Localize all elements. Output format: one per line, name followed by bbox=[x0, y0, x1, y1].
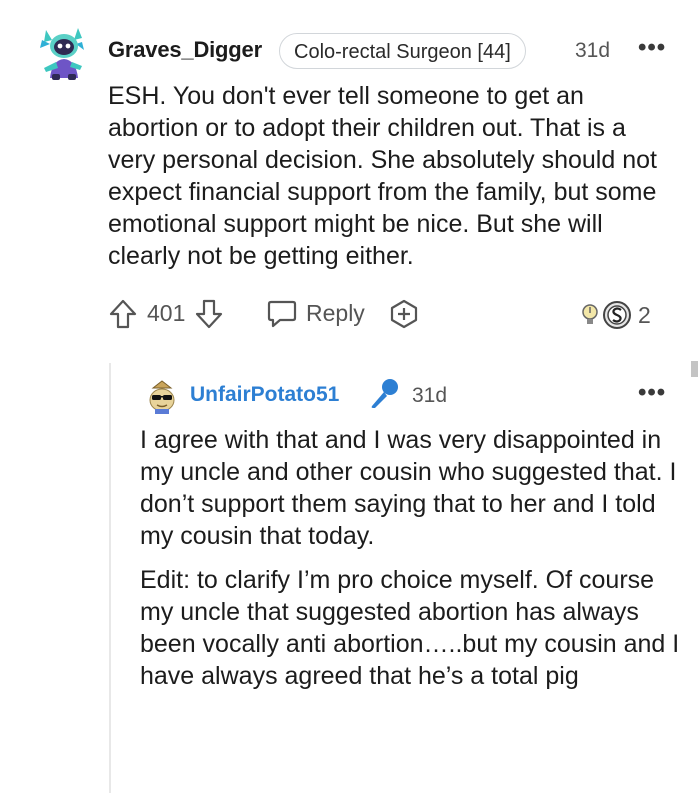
scrollbar-thumb[interactable] bbox=[691, 361, 698, 377]
more-options-icon[interactable]: ••• bbox=[638, 34, 666, 62]
microphone-icon bbox=[367, 377, 401, 411]
reply-button[interactable]: Reply bbox=[266, 298, 365, 328]
user-flair: Colo-rectal Surgeon [44] bbox=[279, 33, 526, 69]
reply-timestamp: 31d bbox=[412, 384, 448, 407]
potato-avatar-icon[interactable] bbox=[143, 378, 181, 416]
reply-body: I agree with that and I was very disappo… bbox=[140, 424, 680, 704]
top-comment: Graves_Digger Colo-rectal Surgeon [44] 3… bbox=[0, 0, 700, 345]
comment-author[interactable]: Graves_Digger bbox=[108, 37, 262, 63]
downvote-arrow-icon bbox=[194, 298, 224, 330]
more-options-icon[interactable]: ••• bbox=[638, 379, 666, 407]
awards-display[interactable]: 2 bbox=[580, 300, 651, 330]
reply-paragraph: Edit: to clarify I’m pro choice myself. … bbox=[140, 566, 680, 690]
comment-body: ESH. You don't ever tell someone to get … bbox=[108, 82, 657, 270]
comment-actions: 401 Reply 2 bbox=[108, 296, 668, 336]
reply-bubble-icon bbox=[266, 298, 298, 328]
add-award-icon bbox=[388, 298, 420, 330]
award-badge-icon bbox=[580, 302, 600, 328]
award-count: 2 bbox=[638, 301, 651, 328]
thread-line[interactable] bbox=[109, 363, 111, 793]
reply-label: Reply bbox=[306, 299, 365, 326]
snoo-avatar-icon[interactable] bbox=[36, 26, 88, 82]
vote-score: 401 bbox=[147, 300, 186, 326]
award-badge-icon bbox=[602, 300, 632, 330]
downvote-button[interactable] bbox=[194, 298, 224, 330]
reply-comment: UnfairPotato51 31d ••• I agree with that… bbox=[0, 345, 700, 793]
upvote-button[interactable] bbox=[108, 298, 138, 330]
comment-timestamp: 31d bbox=[575, 39, 611, 62]
reply-author[interactable]: UnfairPotato51 bbox=[190, 383, 339, 407]
upvote-arrow-icon bbox=[108, 298, 138, 330]
give-award-button[interactable] bbox=[388, 298, 420, 330]
reply-paragraph: I agree with that and I was very disappo… bbox=[140, 426, 677, 550]
